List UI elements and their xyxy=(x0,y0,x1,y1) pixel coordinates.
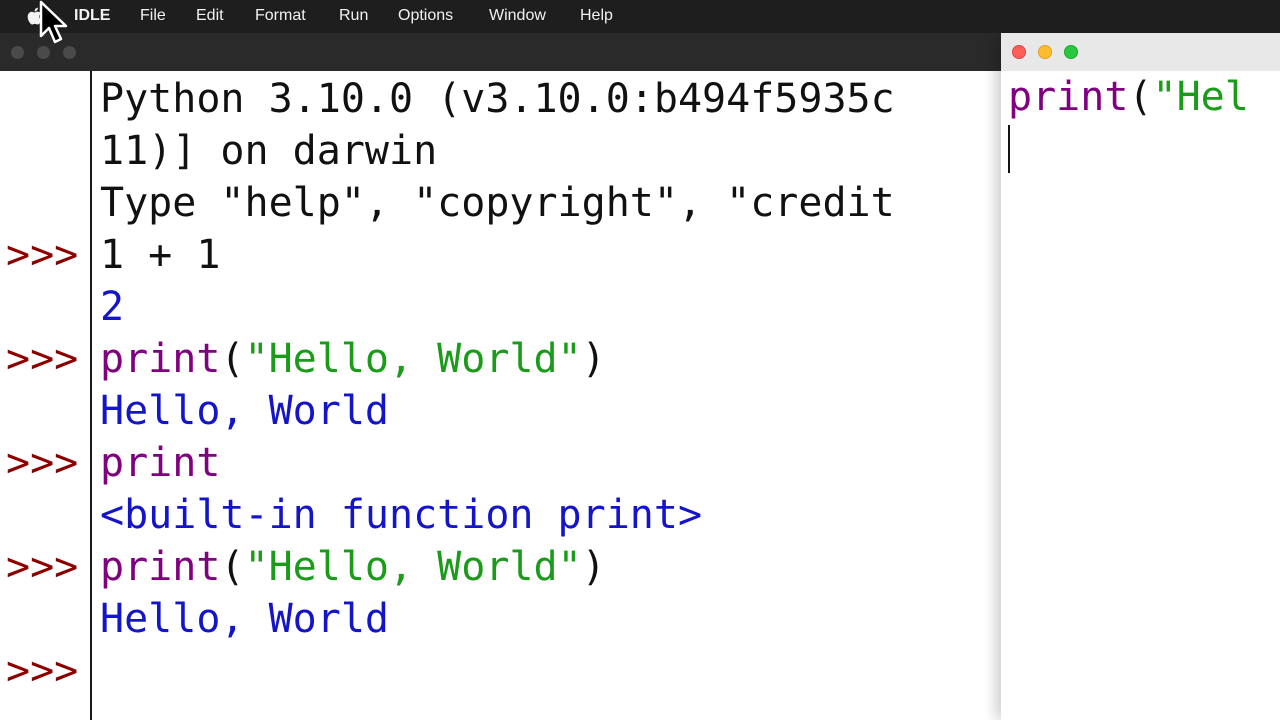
code-token: print xyxy=(1008,74,1129,120)
shell-line: 2 xyxy=(100,281,124,333)
code-token: "Hello, World" xyxy=(244,336,582,382)
editor-minimize-button[interactable] xyxy=(1038,45,1052,59)
code-token: ( xyxy=(1128,74,1153,120)
editor-close-button[interactable] xyxy=(1012,45,1026,59)
code-token: print xyxy=(100,544,221,590)
prompt-marker: >>> xyxy=(6,440,79,486)
shell-line: Hello, World xyxy=(100,385,389,437)
menu-window[interactable]: Window xyxy=(489,7,546,25)
menu-help[interactable]: Help xyxy=(580,7,613,25)
code-token: print xyxy=(100,440,221,486)
shell-line: Python 3.10.0 (v3.10.0:b494f5935c xyxy=(100,73,895,125)
shell-line: print("Hello, World") xyxy=(100,541,606,593)
code-token: "Hello, World" xyxy=(244,544,582,590)
code-token: 2 xyxy=(100,284,125,330)
code-token: "Hel xyxy=(1152,74,1249,120)
prompt-marker: >>> xyxy=(6,336,79,382)
prompt-marker: >>> xyxy=(6,648,79,694)
shell-line: print("Hello, World") xyxy=(100,333,606,385)
shell-minimize-button[interactable] xyxy=(37,46,50,59)
code-token: ) xyxy=(581,544,606,590)
shell-titlebar[interactable] xyxy=(0,33,1001,71)
editor-code-line[interactable]: print("Hel xyxy=(1008,71,1249,123)
shell-close-button[interactable] xyxy=(11,46,24,59)
code-token: <built-in function print> xyxy=(100,492,703,538)
menu-file[interactable]: File xyxy=(140,7,166,25)
code-token: ) xyxy=(581,336,606,382)
shell-text-area[interactable]: Python 3.10.0 (v3.10.0:b494f5935c 11)] on… xyxy=(100,71,1000,720)
shell-line: 1 + 1 xyxy=(100,229,220,281)
editor-zoom-button[interactable] xyxy=(1064,45,1078,59)
shell-zoom-button[interactable] xyxy=(63,46,76,59)
menu-format[interactable]: Format xyxy=(255,7,306,25)
text-caret xyxy=(1008,125,1010,173)
code-token: ( xyxy=(220,544,245,590)
menu-options[interactable]: Options xyxy=(398,7,453,25)
prompt-gutter: >>> >>> >>> >>> >>> xyxy=(0,71,92,720)
prompt-marker: >>> xyxy=(6,232,79,278)
menu-run[interactable]: Run xyxy=(339,7,368,25)
menu-app-name[interactable]: IDLE xyxy=(74,7,110,25)
prompt-marker: >>> xyxy=(6,544,79,590)
code-token: 1 + 1 xyxy=(100,232,221,278)
code-token: Hello, World xyxy=(100,596,389,642)
shell-window[interactable]: >>> >>> >>> >>> >>> Python 3.10.0 (v3.10.0:b… xyxy=(0,33,1001,720)
code-token: 11)] on darwin xyxy=(100,128,438,174)
code-token: Hello, World xyxy=(100,388,389,434)
shell-line: Hello, World xyxy=(100,593,389,645)
code-token: Type "help", "copyright", "credit xyxy=(100,180,895,226)
editor-window[interactable]: print("Hel xyxy=(1001,33,1280,720)
shell-line: Type "help", "copyright", "credit xyxy=(100,177,895,229)
screen: IDLE File Edit Format Run Options Window… xyxy=(0,0,1280,720)
menu-edit[interactable]: Edit xyxy=(196,7,224,25)
code-token: print xyxy=(100,336,221,382)
code-token: ( xyxy=(220,336,245,382)
shell-line: print xyxy=(100,437,220,489)
code-token: Python 3.10.0 (v3.10.0:b494f5935c xyxy=(100,76,895,122)
editor-titlebar[interactable] xyxy=(1001,33,1280,71)
menu-bar: IDLE File Edit Format Run Options Window… xyxy=(0,0,1280,33)
mouse-pointer-icon xyxy=(39,0,68,44)
shell-line: <built-in function print> xyxy=(100,489,702,541)
shell-line: 11)] on darwin xyxy=(100,125,437,177)
